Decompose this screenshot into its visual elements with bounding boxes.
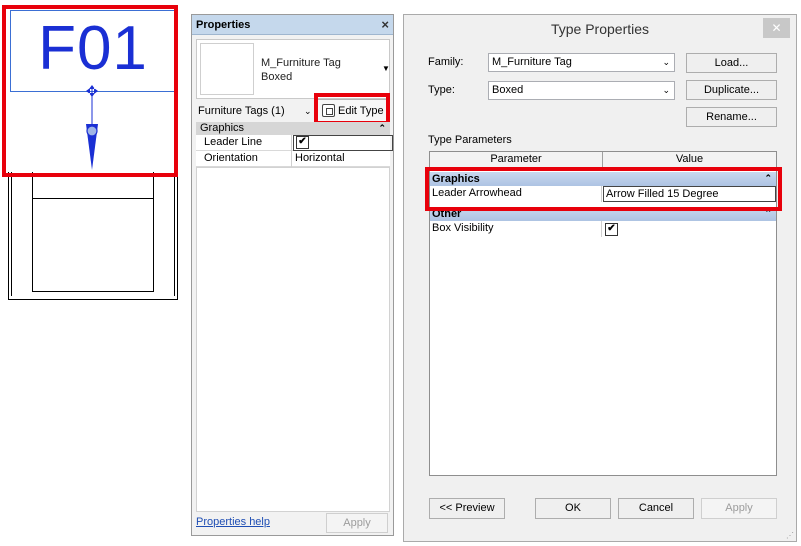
duplicate-button[interactable]: Duplicate... <box>686 80 777 100</box>
leader-arrowhead-highlight <box>425 167 782 211</box>
type-name-label: Boxed <box>261 71 293 83</box>
chevron-down-icon[interactable]: ⌄ <box>304 102 312 120</box>
close-icon[interactable]: × <box>381 15 389 35</box>
type-thumbnail <box>200 43 254 95</box>
type-parameters-label: Type Parameters <box>428 134 512 146</box>
property-grid: Graphics ⌃ Leader Line ✔ Orientation Hor… <box>196 122 393 167</box>
collapse-icon[interactable]: ⌃ <box>378 122 386 135</box>
leader-line-checkbox[interactable]: ✔ <box>296 136 309 149</box>
resize-grip-icon[interactable]: ⋰ <box>786 531 794 540</box>
chevron-down-icon: ⌄ <box>662 85 670 95</box>
type-label: Type: <box>428 84 455 96</box>
box-visibility-checkbox[interactable]: ✔ <box>605 223 618 236</box>
property-grid-empty <box>196 167 390 512</box>
instance-filter[interactable]: Furniture Tags (1) <box>196 102 314 120</box>
box-visibility-label: Box Visibility <box>430 221 602 237</box>
group-graphics-label: Graphics <box>200 122 245 134</box>
family-value: M_Furniture Tag <box>492 56 572 68</box>
chevron-down-icon[interactable]: ▼ <box>382 64 390 73</box>
rename-button[interactable]: Rename... <box>686 107 777 127</box>
orientation-label: Orientation <box>196 151 292 167</box>
drawing-view: F01 <box>0 0 190 546</box>
close-icon[interactable]: ✕ <box>763 18 790 38</box>
type-selector[interactable]: M_Furniture Tag Boxed ▼ <box>196 39 390 99</box>
type-family-label: M_Furniture Tag <box>261 57 341 69</box>
cancel-button[interactable]: Cancel <box>618 498 694 519</box>
dialog-title: Type Properties <box>550 21 650 37</box>
apply-button[interactable]: Apply <box>326 513 388 533</box>
group-graphics[interactable]: Graphics ⌃ <box>196 122 390 135</box>
column-value[interactable]: Value <box>603 152 776 168</box>
column-parameter[interactable]: Parameter <box>430 152 603 168</box>
orientation-value[interactable]: Horizontal <box>293 151 393 167</box>
type-value: Boxed <box>492 84 524 96</box>
apply-button[interactable]: Apply <box>701 498 777 519</box>
edit-type-highlight <box>314 93 390 125</box>
type-select[interactable]: Boxed ⌄ <box>488 81 675 100</box>
properties-title: Properties <box>192 15 393 35</box>
param-row: Box Visibility ✔ <box>430 221 776 237</box>
property-row: Orientation Horizontal <box>196 151 390 167</box>
family-label: Family: <box>428 56 464 68</box>
property-row: Leader Line ✔ <box>196 135 393 151</box>
chevron-down-icon: ⌄ <box>662 57 670 67</box>
preview-button[interactable]: << Preview <box>429 498 505 519</box>
chair <box>8 172 178 302</box>
properties-palette: Properties × M_Furniture Tag Boxed ▼ Fur… <box>191 14 394 536</box>
properties-help-link[interactable]: Properties help <box>196 515 270 529</box>
type-properties-dialog: Type Properties ✕ Family: M_Furniture Ta… <box>403 14 797 542</box>
leader-line-label: Leader Line <box>196 135 292 151</box>
tag-highlight <box>2 5 178 177</box>
load-button[interactable]: Load... <box>686 53 777 73</box>
ok-button[interactable]: OK <box>535 498 611 519</box>
family-select[interactable]: M_Furniture Tag ⌄ <box>488 53 675 72</box>
